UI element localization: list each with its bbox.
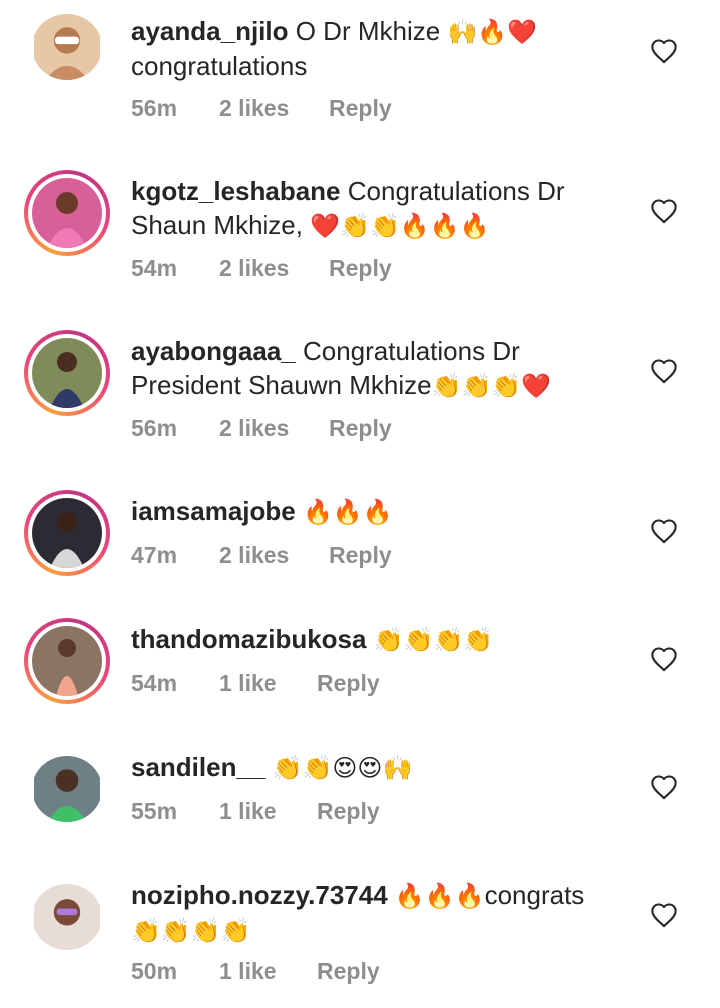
heart-outline-icon[interactable] — [650, 902, 678, 928]
comment-likes[interactable]: 2 likes — [219, 255, 329, 282]
comment-text: thandomazibukosa 👏👏👏👏 — [131, 622, 631, 657]
comment-text: iamsamajobe 🔥🔥🔥 — [131, 494, 631, 529]
heart-outline-icon[interactable] — [650, 358, 678, 384]
comment-username[interactable]: iamsamajobe — [131, 496, 296, 526]
reply-button[interactable]: Reply — [317, 958, 380, 985]
comment-body: O Dr Mkhize — [295, 16, 441, 46]
reply-button[interactable]: Reply — [329, 542, 392, 569]
avatar-image — [32, 178, 102, 248]
comment-emoji: 🙌🔥❤️ — [447, 18, 538, 46]
avatar-image — [32, 498, 102, 568]
comments-list: ayanda_njilo O Dr Mkhize 🙌🔥❤️ congratula… — [0, 0, 720, 1008]
reply-button[interactable]: Reply — [329, 255, 392, 282]
heart-outline-icon[interactable] — [650, 38, 678, 64]
avatar-image — [32, 626, 102, 696]
avatar[interactable] — [24, 490, 110, 576]
comment-body-continued: congratulations — [131, 51, 308, 81]
comment-username[interactable]: kgotz_leshabane — [131, 176, 341, 206]
comment-time: 47m — [131, 542, 178, 568]
comment-meta: 47m 2 likes Reply — [131, 542, 392, 569]
comment-username[interactable]: ayabongaaa_ — [131, 336, 296, 366]
comment-likes[interactable]: 1 like — [219, 798, 317, 825]
comment-time: 56m — [131, 95, 178, 121]
comment-meta: 55m 1 like Reply — [131, 798, 380, 825]
comment-meta: 50m 1 like Reply — [131, 958, 380, 985]
avatar-image — [34, 14, 100, 80]
avatar[interactable] — [24, 618, 110, 704]
avatar[interactable] — [24, 746, 110, 832]
comment-time: 56m — [131, 415, 178, 441]
comment-meta: 54m 2 likes Reply — [131, 255, 392, 282]
comment-time: 54m — [131, 670, 178, 696]
reply-button[interactable]: Reply — [317, 798, 380, 825]
avatar[interactable] — [24, 874, 110, 960]
comment-meta: 56m 2 likes Reply — [131, 95, 392, 122]
comment-time: 54m — [131, 255, 178, 281]
heart-outline-icon[interactable] — [650, 518, 678, 544]
comment-meta: 56m 2 likes Reply — [131, 415, 392, 442]
comment-likes[interactable]: 2 likes — [219, 95, 329, 122]
comment-text: ayabongaaa_ Congratulations Dr President… — [131, 334, 631, 403]
comment-likes[interactable]: 2 likes — [219, 542, 329, 569]
heart-outline-icon[interactable] — [650, 198, 678, 224]
comment-username[interactable]: sandilen__ — [131, 752, 265, 782]
comment-emoji: 🔥🔥🔥 — [394, 882, 485, 910]
comment-meta: 54m 1 like Reply — [131, 670, 380, 697]
comment-emoji-continued: 👏👏👏👏 — [131, 917, 251, 945]
comment-text: sandilen__ 👏👏😍😍🙌 — [131, 750, 631, 785]
comment-emoji: 👏👏😍😍🙌 — [272, 754, 413, 782]
comment-body: congrats — [484, 880, 585, 910]
reply-button[interactable]: Reply — [329, 415, 392, 442]
comment-text: nozipho.nozzy.73744 🔥🔥🔥congrats 👏👏👏👏 — [131, 878, 631, 948]
reply-button[interactable]: Reply — [329, 95, 392, 122]
comment-text: kgotz_leshabane Congratulations Dr Shaun… — [131, 174, 631, 243]
reply-button[interactable]: Reply — [317, 670, 380, 697]
comment-time: 50m — [131, 958, 178, 984]
heart-outline-icon[interactable] — [650, 646, 678, 672]
comment-username[interactable]: nozipho.nozzy.73744 — [131, 880, 388, 910]
comment-emoji: 👏👏👏❤️ — [431, 372, 552, 400]
avatar[interactable] — [24, 170, 110, 256]
comment-username[interactable]: thandomazibukosa — [131, 624, 366, 654]
comment-emoji: ❤️👏👏🔥🔥🔥 — [310, 212, 490, 240]
comment-emoji: 🔥🔥🔥 — [302, 498, 393, 526]
comment-time: 55m — [131, 798, 178, 824]
comment-likes[interactable]: 2 likes — [219, 415, 329, 442]
avatar[interactable] — [24, 330, 110, 416]
avatar[interactable] — [24, 4, 110, 90]
heart-outline-icon[interactable] — [650, 774, 678, 800]
avatar-image — [34, 756, 100, 822]
comment-text: ayanda_njilo O Dr Mkhize 🙌🔥❤️ congratula… — [131, 14, 631, 83]
comment-likes[interactable]: 1 like — [219, 958, 317, 985]
avatar-image — [34, 884, 100, 950]
comment-emoji: 👏👏👏👏 — [373, 626, 494, 654]
comment-likes[interactable]: 1 like — [219, 670, 317, 697]
comment-username[interactable]: ayanda_njilo — [131, 16, 289, 46]
avatar-image — [32, 338, 102, 408]
